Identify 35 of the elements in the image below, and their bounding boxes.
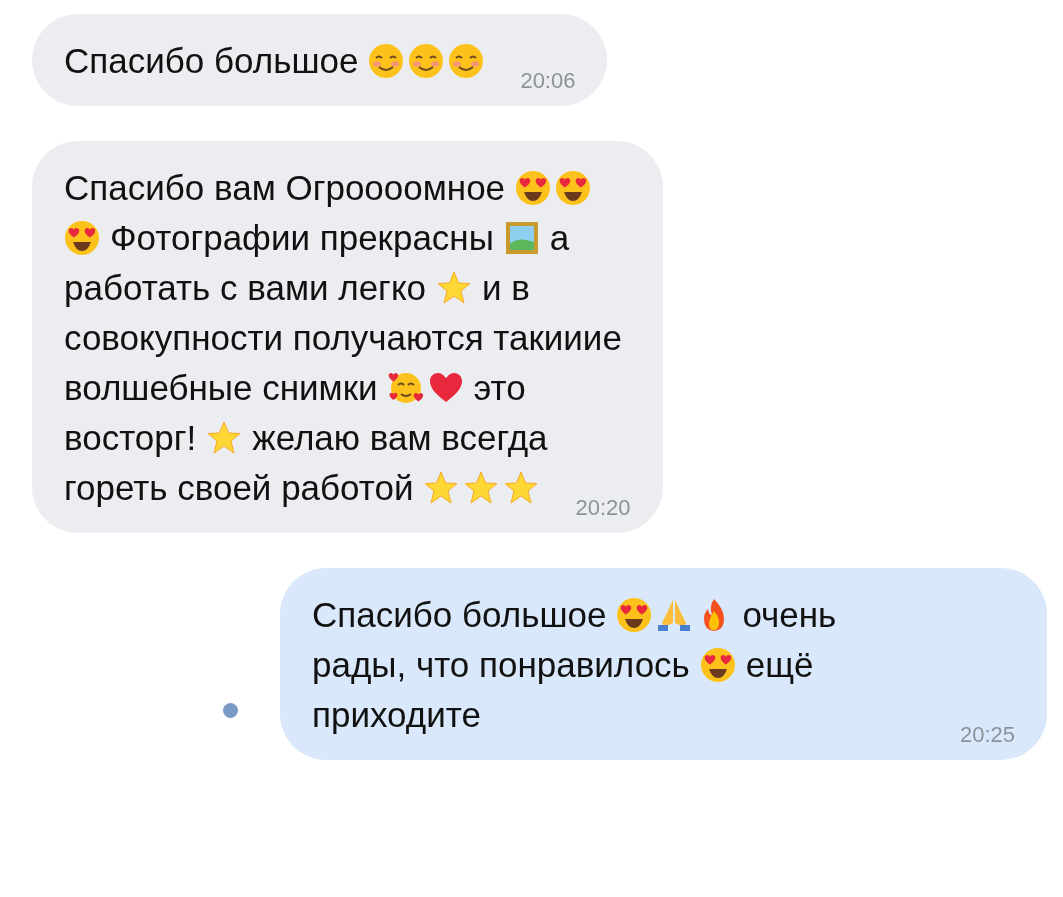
smiling-face-icon (408, 43, 445, 79)
message-text: очень (742, 594, 837, 636)
message-text: и в (482, 267, 530, 309)
message-time: 20:06 (519, 68, 576, 94)
message-text: это (473, 367, 526, 409)
message-text: желаю вам всегда (252, 417, 548, 459)
smiling-face-icon (448, 43, 485, 79)
sparkling-star-icon (463, 470, 500, 506)
message-text: совокупности получаются такииие (64, 317, 622, 359)
message-text: восторг! (64, 417, 197, 459)
message-text: а (549, 217, 570, 259)
framed-picture-icon (503, 220, 540, 256)
message-time: 20:25 (958, 722, 1015, 748)
message-text: гореть своей работой (64, 467, 414, 509)
message-text: рады, что понравилось (312, 644, 690, 686)
message-text: Фотографии прекрасны (110, 217, 494, 259)
smiling-face-icon (368, 43, 405, 79)
sparkling-star-icon (503, 470, 540, 506)
heart-eyes-face-icon (555, 170, 592, 206)
sparkling-star-icon (206, 420, 243, 456)
heart-eyes-face-icon (699, 647, 736, 683)
message-text: Спасибо большое (312, 594, 607, 636)
message-text: Спасибо большое (64, 40, 359, 82)
message-text: ещё (745, 644, 814, 686)
message-text: волшебные снимки (64, 367, 378, 409)
heart-eyes-face-icon (616, 597, 653, 633)
heart-eyes-face-icon (515, 170, 552, 206)
sparkling-star-icon (436, 270, 473, 306)
sparkling-star-icon (423, 470, 460, 506)
message-text: Спасибо вам Огроооомное (64, 167, 506, 209)
message-text: приходите (312, 694, 481, 736)
heart-eyes-face-icon (64, 220, 100, 256)
message-time: 20:20 (574, 495, 631, 521)
face-with-hearts-icon (387, 370, 424, 406)
message-text: работать с вами легко (64, 267, 427, 309)
